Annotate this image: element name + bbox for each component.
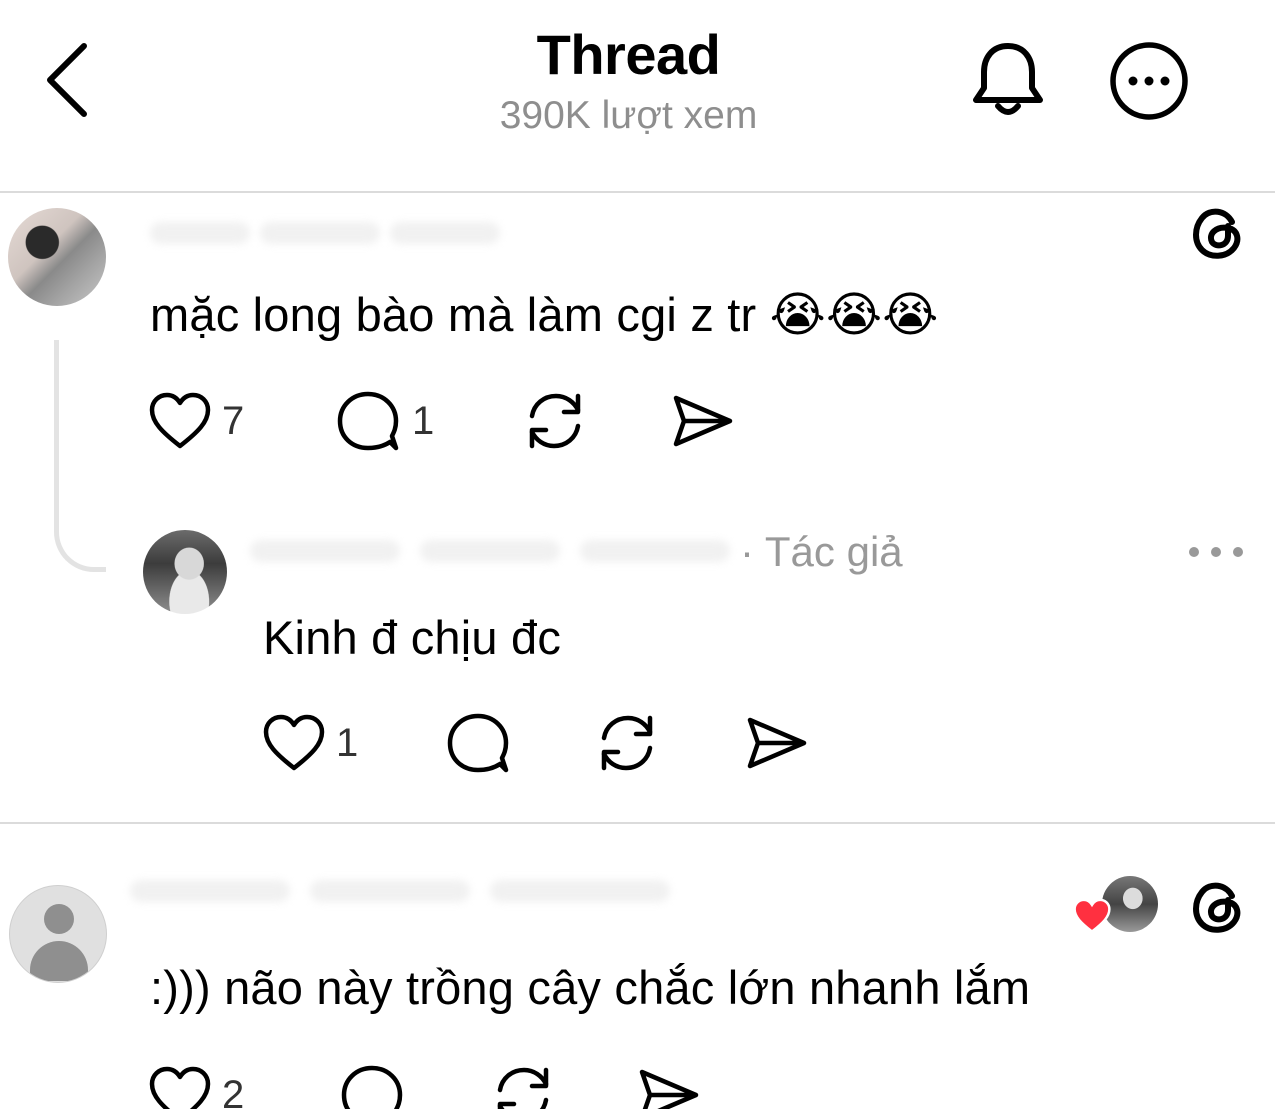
post-divider (0, 822, 1275, 824)
more-circle-icon (1110, 42, 1188, 120)
avatar[interactable] (143, 530, 227, 614)
view-count: 390K lượt xem (499, 94, 758, 137)
post-text: Kinh đ chịu đc (263, 611, 562, 664)
post-text: :))) não này trồng cây chắc lớn nhanh lắ… (150, 961, 1031, 1014)
crying-emoji: 😭😭😭 (769, 287, 939, 343)
comment-bubble-icon (341, 1065, 403, 1109)
thread-header: Thread 390K lượt xem (0, 0, 1275, 192)
like-count: 2 (222, 1072, 245, 1109)
share-button[interactable] (636, 1066, 700, 1109)
repost-button[interactable] (522, 390, 588, 452)
bell-icon (973, 43, 1043, 115)
like-button[interactable]: 1 (262, 714, 358, 772)
ellipsis-icon (1189, 547, 1243, 557)
comment-button[interactable]: 1 (336, 390, 434, 452)
author-tag: · Tác giả (740, 528, 903, 575)
comment-bubble-icon (337, 391, 399, 451)
repost-button[interactable] (490, 1064, 556, 1109)
username-blurred[interactable] (150, 212, 510, 256)
like-count: 1 (336, 720, 359, 765)
avatar[interactable] (9, 885, 107, 983)
threads-logo-icon (1193, 882, 1241, 933)
repost-icon (497, 1067, 549, 1109)
more-options-button[interactable] (1108, 40, 1190, 122)
repost-icon (529, 393, 581, 449)
send-icon (639, 1069, 699, 1109)
header-divider (0, 191, 1275, 193)
share-button[interactable] (744, 714, 808, 772)
notifications-button[interactable] (968, 38, 1048, 120)
heart-filled-icon (1073, 898, 1111, 934)
comment-button[interactable] (446, 712, 512, 774)
thread-connector-line (54, 340, 106, 572)
like-button[interactable]: 7 (148, 392, 244, 450)
heart-icon (263, 714, 325, 771)
send-icon (673, 395, 733, 447)
heart-icon (149, 1066, 211, 1109)
comment-bubble-icon (447, 713, 509, 773)
avatar[interactable] (8, 208, 106, 306)
username-blurred[interactable] (130, 870, 690, 914)
like-button[interactable]: 2 (148, 1066, 244, 1109)
reply-more-button[interactable] (1186, 540, 1246, 564)
author-liked-indicator (1072, 876, 1158, 936)
username-blurred[interactable] (250, 530, 750, 574)
repost-icon (601, 715, 653, 771)
reply-count: 1 (412, 398, 435, 443)
threads-logo-icon (1193, 208, 1241, 259)
send-icon (747, 717, 807, 769)
comment-button[interactable] (340, 1064, 406, 1109)
page-title: Thread (536, 23, 721, 86)
like-count: 7 (222, 398, 245, 443)
repost-button[interactable] (594, 712, 660, 774)
post-text: mặc long bào mà làm cgi z tr 😭😭😭 (150, 287, 939, 343)
heart-icon (149, 392, 211, 449)
share-button[interactable] (670, 392, 734, 450)
